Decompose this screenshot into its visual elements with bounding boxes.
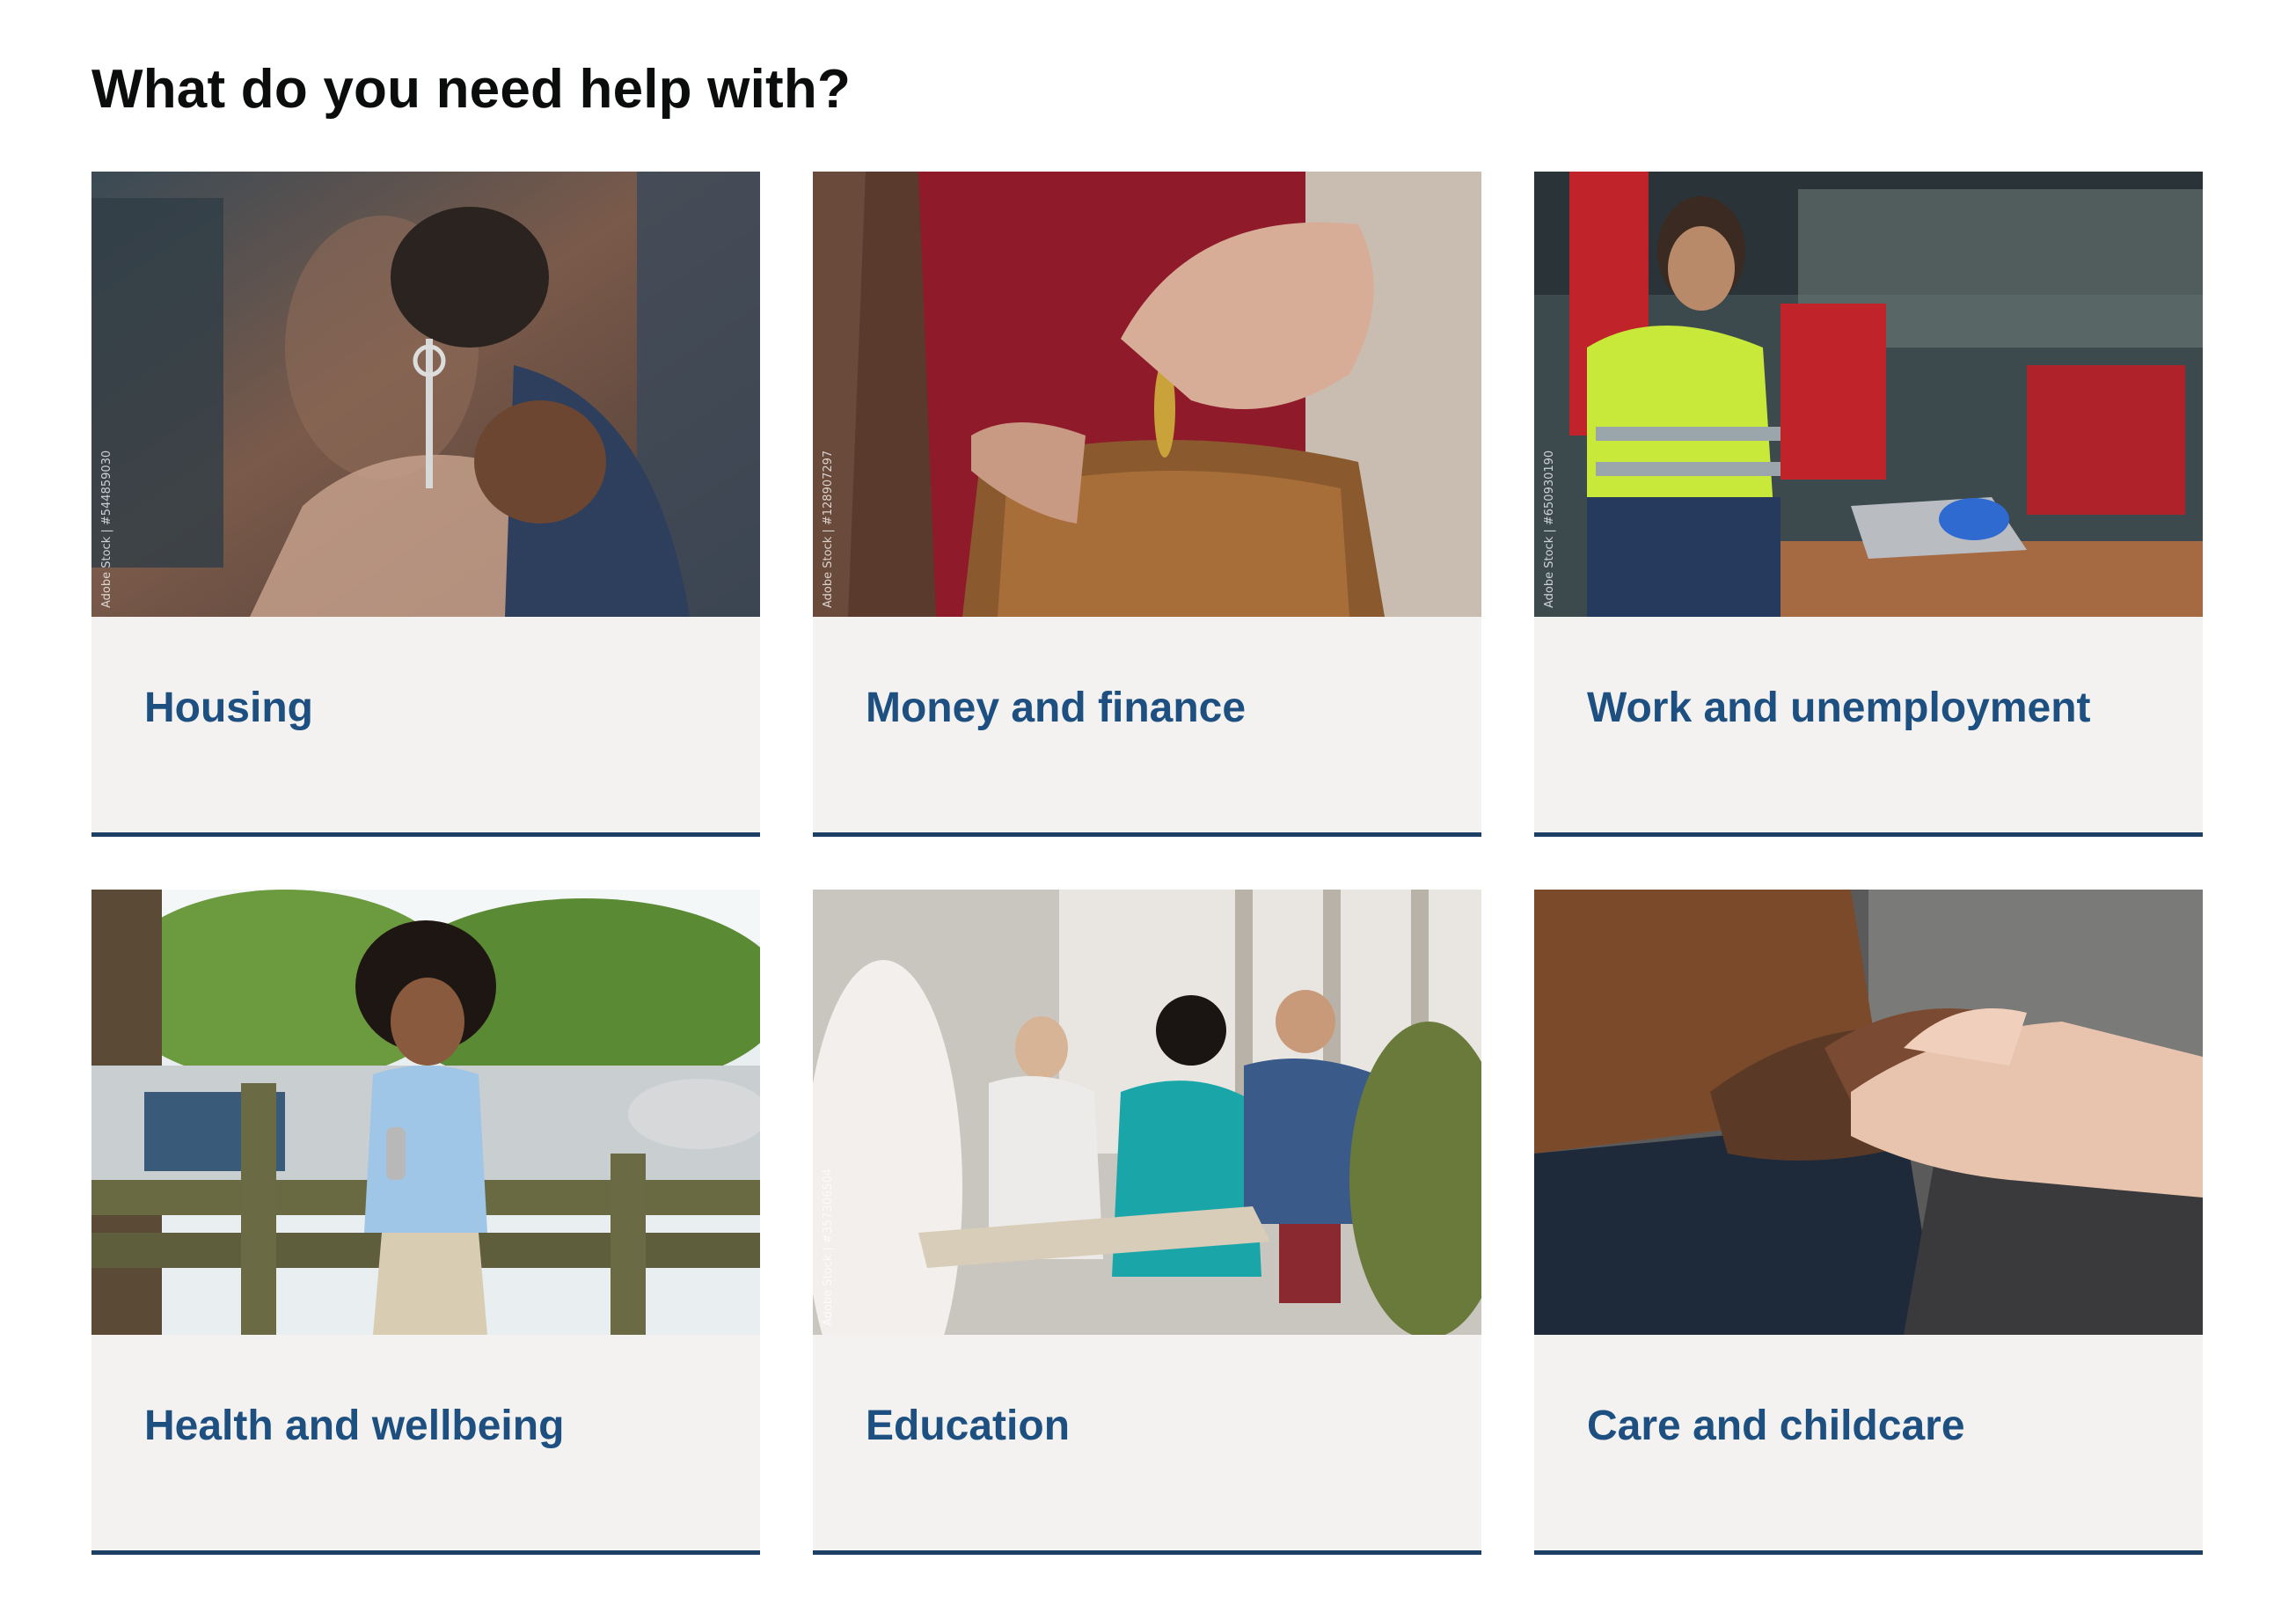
work-and-unemployment-panel: Work and unemployment <box>1534 617 2203 837</box>
page-heading: What do you need help with? <box>91 59 852 120</box>
education-card-link[interactable]: Adobe Stock | #357306504 Education <box>813 890 1481 1555</box>
money-and-finance-photo: Adobe Stock | #128907297 <box>813 172 1481 617</box>
work-and-unemployment-card-link[interactable]: Adobe Stock | #650930190 Work and unempl… <box>1534 172 2203 837</box>
care-and-childcare-photo <box>1534 890 2203 1335</box>
housing-label: Housing <box>144 685 313 731</box>
care-and-childcare-label: Care and childcare <box>1587 1403 1965 1449</box>
money-and-finance-card-link[interactable]: Adobe Stock | #128907297 Money and finan… <box>813 172 1481 837</box>
help-topics-grid: Adobe Stock | #544859030 Housing Adobe S… <box>91 172 2203 1555</box>
housing-panel: Housing <box>91 617 760 837</box>
health-and-wellbeing-card-link[interactable]: Health and wellbeing <box>91 890 760 1555</box>
education-photo: Adobe Stock | #357306504 <box>813 890 1481 1335</box>
care-and-childcare-card-link[interactable]: Care and childcare <box>1534 890 2203 1555</box>
health-and-wellbeing-panel: Health and wellbeing <box>91 1335 760 1555</box>
health-and-wellbeing-photo <box>91 890 760 1335</box>
care-and-childcare-panel: Care and childcare <box>1534 1335 2203 1555</box>
image-credit: Adobe Stock | #357306504 <box>822 1168 835 1326</box>
housing-card-link[interactable]: Adobe Stock | #544859030 Housing <box>91 172 760 837</box>
education-label: Education <box>866 1403 1071 1449</box>
health-and-wellbeing-label: Health and wellbeing <box>144 1403 565 1449</box>
image-credit: Adobe Stock | #544859030 <box>100 450 113 608</box>
money-and-finance-label: Money and finance <box>866 685 1247 731</box>
education-panel: Education <box>813 1335 1481 1555</box>
work-and-unemployment-label: Work and unemployment <box>1587 685 2091 731</box>
housing-photo: Adobe Stock | #544859030 <box>91 172 760 617</box>
image-credit: Adobe Stock | #650930190 <box>1543 450 1556 608</box>
image-credit: Adobe Stock | #128907297 <box>822 450 835 608</box>
work-and-unemployment-photo: Adobe Stock | #650930190 <box>1534 172 2203 617</box>
money-and-finance-panel: Money and finance <box>813 617 1481 837</box>
